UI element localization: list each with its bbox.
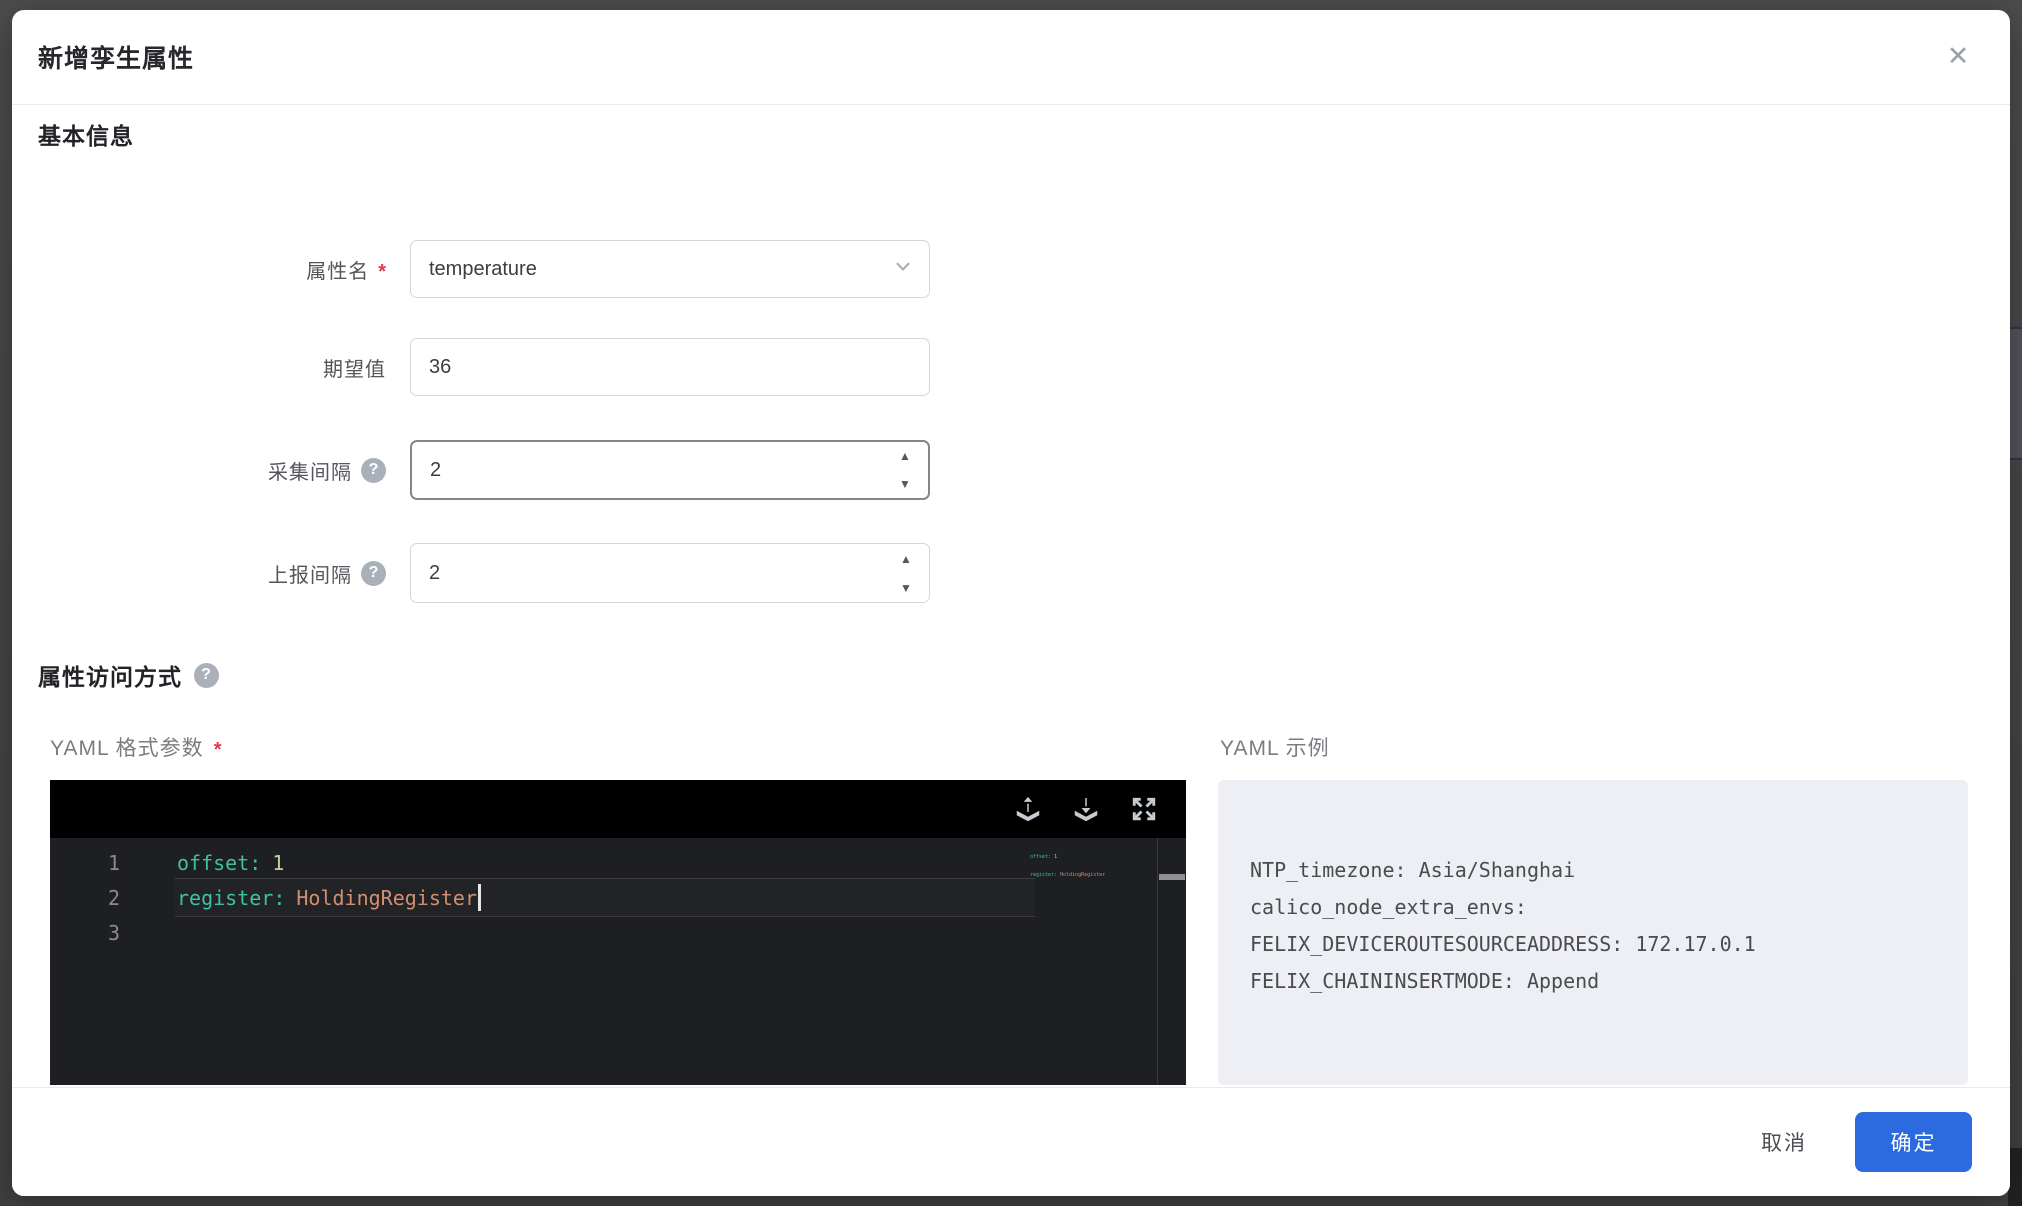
collect-interval-input[interactable]: 2 ▲ ▼: [410, 440, 930, 500]
download-icon[interactable]: [1070, 793, 1102, 825]
report-interval-input[interactable]: 2 ▲ ▼: [410, 543, 930, 603]
property-name-select-value: temperature: [429, 257, 537, 280]
line-number: 2: [107, 885, 120, 910]
ok-button[interactable]: 确定: [1855, 1112, 1972, 1172]
collect-interval-label: 采集间隔: [268, 461, 352, 484]
yaml-params-label: YAML 格式参数 *: [50, 732, 222, 762]
yaml-example-label: YAML 示例: [1220, 737, 1330, 760]
down-arrow-icon: ▼: [900, 580, 912, 595]
section-title-basic-info: 基本信息: [38, 123, 134, 149]
dialog-header: 新增孪生属性 ✕: [12, 10, 2010, 105]
form-row-property-name: 属性名 * temperature: [130, 240, 930, 298]
report-interval-stepper: ▲ ▼: [883, 544, 929, 602]
close-icon: ✕: [1946, 40, 1970, 71]
editor-content[interactable]: 1 offset: 1 2 register: HoldingRegister 3 …: [50, 838, 1186, 1085]
background-page-corner: [2008, 1148, 2022, 1206]
expected-value-label: 期望值: [323, 358, 386, 381]
example-line: NTP_timezone: Asia/Shanghai: [1250, 858, 1576, 882]
yaml-code-editor[interactable]: 1 offset: 1 2 register: HoldingRegister 3 …: [50, 780, 1186, 1085]
section-title-access-mode: 属性访问方式 ?: [38, 658, 219, 692]
close-button[interactable]: ✕: [1936, 34, 1980, 78]
report-interval-text: 2: [429, 561, 441, 584]
scrollbar-thumb[interactable]: [1159, 874, 1185, 880]
help-icon-access-mode[interactable]: ?: [194, 662, 219, 688]
up-arrow-icon: ▲: [899, 449, 911, 463]
down-arrow-icon: ▼: [899, 477, 911, 491]
scrollbar-track: [1157, 838, 1158, 1085]
editor-toolbar: [50, 780, 1186, 838]
code-line: 1 offset: 1: [50, 845, 1186, 880]
line-number: 3: [107, 920, 120, 945]
expected-value-text: 36: [429, 355, 452, 378]
code-line: 2 register: HoldingRegister: [50, 880, 1186, 915]
line-number: 1: [107, 850, 120, 875]
yaml-example-box: NTP_timezone: Asia/Shanghai calico_node_…: [1218, 780, 1968, 1085]
form-row-report-interval: 上报间隔 ? 2 ▲ ▼: [130, 543, 930, 603]
form-row-expected-value: 期望值 36: [130, 338, 930, 396]
dialog-footer: 取消 确定: [12, 1087, 2010, 1196]
cancel-button[interactable]: 取消: [1761, 1127, 1807, 1157]
background-page-fragment: [2010, 327, 2022, 460]
up-arrow-icon: ▲: [900, 551, 912, 566]
editor-minimap: offset: 1 register: HoldingRegister: [1030, 854, 1106, 878]
step-up-button[interactable]: ▲: [882, 442, 928, 470]
report-interval-label: 上报间隔: [268, 564, 352, 587]
collect-interval-stepper: ▲ ▼: [882, 442, 928, 498]
example-line: calico_node_extra_envs:: [1250, 895, 1527, 919]
form-row-collect-interval: 采集间隔 ? 2 ▲ ▼: [130, 440, 930, 500]
chevron-down-icon: [893, 257, 913, 282]
property-name-select[interactable]: temperature: [410, 240, 930, 298]
property-name-label: 属性名: [306, 260, 370, 283]
upload-icon[interactable]: [1012, 793, 1044, 825]
step-down-button[interactable]: ▼: [882, 470, 928, 498]
expected-value-input[interactable]: 36: [410, 338, 930, 396]
step-down-button[interactable]: ▼: [883, 573, 929, 602]
code-line: 3: [50, 915, 1186, 950]
dialog-title: 新增孪生属性: [38, 45, 195, 73]
collect-interval-text: 2: [430, 458, 442, 481]
help-icon-collect-interval[interactable]: ?: [361, 457, 386, 483]
example-line: FELIX_CHAININSERTMODE: Append: [1250, 969, 1600, 993]
required-asterisk: *: [213, 738, 223, 761]
add-twin-property-dialog: 新增孪生属性 ✕ 基本信息 属性名 * temperature 期望值 36 采…: [12, 10, 2010, 1196]
required-asterisk: *: [378, 260, 386, 283]
step-up-button[interactable]: ▲: [883, 544, 929, 573]
expand-icon[interactable]: [1128, 793, 1160, 825]
help-icon-report-interval[interactable]: ?: [361, 560, 386, 586]
text-cursor: [478, 884, 481, 911]
example-line: FELIX_DEVICEROUTESOURCEADDRESS: 172.17.0…: [1250, 932, 1756, 956]
